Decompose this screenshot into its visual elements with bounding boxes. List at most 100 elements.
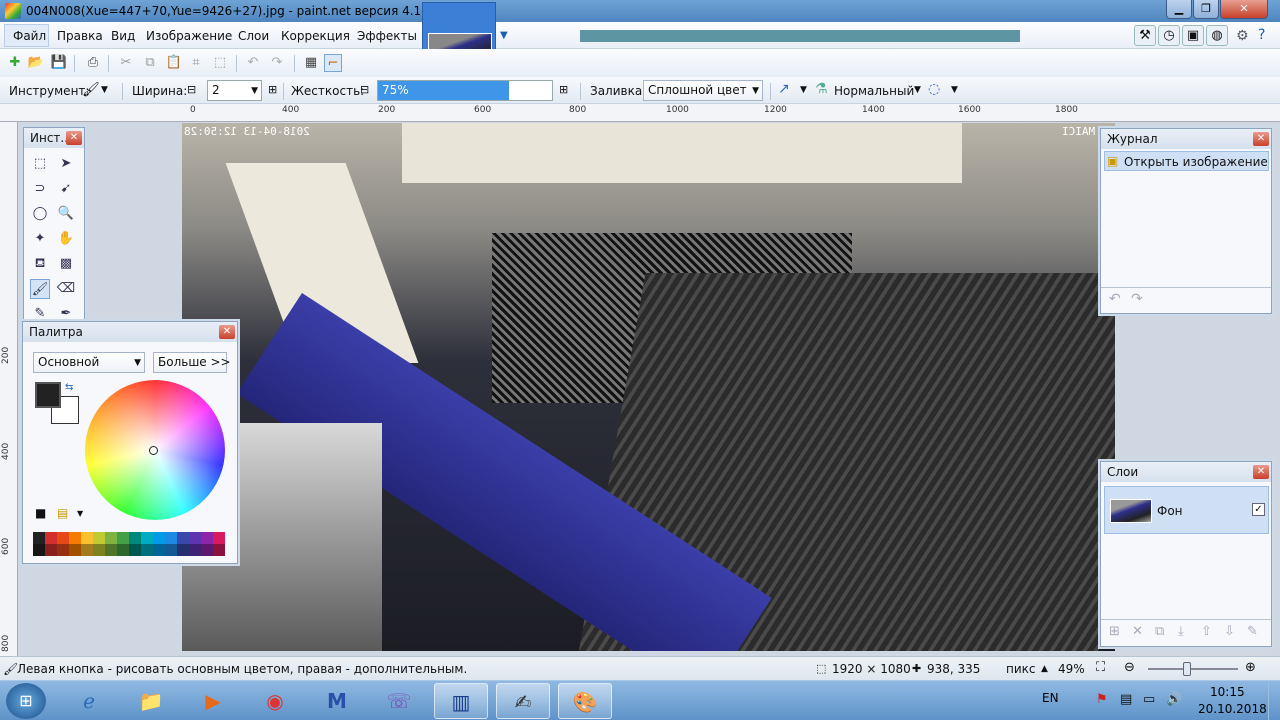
- show-desktop-button[interactable]: [1268, 681, 1280, 720]
- layer-row[interactable]: Фон ✓: [1104, 486, 1269, 534]
- palette-swatch[interactable]: [141, 544, 153, 556]
- lasso-select-icon[interactable]: ⊃: [30, 179, 50, 199]
- grid-icon[interactable]: ▦: [302, 54, 320, 72]
- palette-swatch[interactable]: [81, 544, 93, 556]
- zoom-in-icon[interactable]: ⊕: [1245, 660, 1256, 675]
- paint-bucket-icon[interactable]: ⛾: [30, 254, 50, 274]
- palette-swatch[interactable]: [93, 544, 105, 556]
- palette-swatch[interactable]: [213, 544, 225, 556]
- palette-swatch[interactable]: [69, 532, 81, 544]
- width-increase-icon[interactable]: ⊞: [268, 83, 277, 96]
- chevron-down-icon[interactable]: ▼: [77, 509, 83, 518]
- chevron-down-icon[interactable]: ▼: [800, 85, 807, 95]
- zoom-out-icon[interactable]: ⊖: [1124, 660, 1135, 675]
- gradient-icon[interactable]: ▩: [56, 254, 76, 274]
- palette-swatch[interactable]: [117, 544, 129, 556]
- add-to-palette-icon[interactable]: ■: [35, 506, 46, 520]
- chevron-down-icon[interactable]: ▼: [101, 85, 108, 95]
- palette-swatch[interactable]: [129, 544, 141, 556]
- settings-gear-icon[interactable]: ⚙: [1236, 28, 1249, 44]
- print-icon[interactable]: ⎙: [84, 54, 102, 72]
- palette-mode-select[interactable]: Основной ▼: [33, 352, 145, 373]
- viber-icon[interactable]: ☏: [372, 683, 426, 719]
- palette-swatch[interactable]: [45, 544, 57, 556]
- tools-toggle-icon[interactable]: ⚒: [1134, 25, 1156, 46]
- palette-swatch[interactable]: [57, 532, 69, 544]
- paintbrush-icon[interactable]: 🖌: [30, 279, 50, 299]
- antialiasing-icon[interactable]: ↗: [778, 81, 790, 97]
- zoom-value[interactable]: 49%: [1058, 662, 1085, 676]
- paste-icon[interactable]: 📋: [165, 54, 183, 72]
- palette-more-button[interactable]: Больше >>: [153, 352, 231, 373]
- swap-colors-icon[interactable]: ⇆: [65, 382, 73, 393]
- eraser-icon[interactable]: ⌫: [56, 279, 76, 299]
- internet-explorer-icon[interactable]: ℯ: [62, 683, 116, 719]
- blend-mode-value[interactable]: Нормальный: [834, 84, 914, 98]
- menu-view[interactable]: Вид: [111, 29, 135, 43]
- palette-swatch[interactable]: [105, 532, 117, 544]
- duplicate-layer-icon[interactable]: ⧉: [1155, 624, 1164, 639]
- palette-swatch[interactable]: [201, 532, 213, 544]
- magic-wand-icon[interactable]: ✦: [30, 229, 50, 249]
- hardness-slider[interactable]: 75%: [377, 80, 553, 101]
- new-image-icon[interactable]: ✚: [6, 54, 24, 72]
- m-app-icon[interactable]: M: [310, 683, 364, 719]
- palette-swatch[interactable]: [81, 532, 93, 544]
- fill-select[interactable]: Сплошной цвет ▼: [643, 80, 763, 101]
- palette-swatch[interactable]: [189, 532, 201, 544]
- crop-icon[interactable]: ⌗: [187, 54, 205, 72]
- width-decrease-icon[interactable]: ⊟: [187, 83, 196, 96]
- menu-adjustments[interactable]: Коррекция: [281, 29, 350, 43]
- width-input[interactable]: 2 ▼: [207, 80, 262, 101]
- palette-swatch[interactable]: [105, 544, 117, 556]
- palette-swatch[interactable]: [129, 532, 141, 544]
- palette-swatch[interactable]: [177, 544, 189, 556]
- open-file-icon[interactable]: 📂: [27, 54, 45, 72]
- ribbon-app-icon[interactable]: ▥: [434, 683, 488, 719]
- copy-icon[interactable]: ⧉: [141, 54, 159, 72]
- hardness-increase-icon[interactable]: ⊞: [559, 83, 568, 96]
- unit-select[interactable]: пикс: [1006, 662, 1036, 676]
- palette-swatch[interactable]: [33, 544, 45, 556]
- add-layer-icon[interactable]: ⊞: [1109, 624, 1120, 639]
- palette-swatch[interactable]: [57, 544, 69, 556]
- palette-swatch[interactable]: [153, 544, 165, 556]
- layer-visibility-checkbox[interactable]: ✓: [1252, 503, 1265, 516]
- history-redo-icon[interactable]: ↷: [1131, 291, 1143, 307]
- brush-tool-icon[interactable]: 🖌: [82, 82, 100, 98]
- menu-edit[interactable]: Правка: [57, 29, 103, 43]
- minimize-button[interactable]: ▁: [1166, 0, 1192, 19]
- palette-swatch[interactable]: [33, 532, 45, 544]
- menu-layers[interactable]: Слои: [238, 29, 269, 43]
- history-item[interactable]: ▣ Открыть изображение: [1104, 151, 1269, 171]
- palette-swatch[interactable]: [69, 544, 81, 556]
- color-wheel-cursor[interactable]: [149, 446, 158, 455]
- chevron-down-icon[interactable]: ▼: [134, 358, 141, 368]
- palette-swatch[interactable]: [165, 544, 177, 556]
- file-explorer-icon[interactable]: 📁: [124, 683, 178, 719]
- delete-layer-icon[interactable]: ✕: [1132, 624, 1143, 639]
- blend-mode-icon[interactable]: ⚗: [815, 81, 828, 97]
- zoom-icon[interactable]: 🔍: [56, 204, 76, 224]
- menu-image[interactable]: Изображение: [146, 29, 232, 43]
- move-layer-down-icon[interactable]: ⇩: [1224, 624, 1235, 639]
- help-icon[interactable]: ?: [1258, 27, 1265, 43]
- palette-swatch[interactable]: [189, 544, 201, 556]
- redo-icon[interactable]: ↷: [268, 54, 286, 72]
- drawing-app-icon[interactable]: ✍: [496, 683, 550, 719]
- palette-menu-icon[interactable]: ▤: [57, 506, 68, 520]
- zoom-slider-track[interactable]: [1148, 668, 1238, 670]
- palette-close-icon[interactable]: ✕: [219, 325, 235, 339]
- tabs-dropdown-icon[interactable]: ▼: [500, 30, 508, 41]
- language-indicator[interactable]: EN: [1042, 691, 1059, 705]
- ellipse-select-icon[interactable]: ◯: [30, 204, 50, 224]
- tray-time[interactable]: 10:15: [1210, 685, 1245, 699]
- move-layer-up-icon[interactable]: ⇧: [1201, 624, 1212, 639]
- chevron-down-icon[interactable]: ▼: [752, 86, 759, 96]
- zoom-fit-icon[interactable]: ⛶: [1096, 660, 1105, 675]
- save-icon[interactable]: 💾: [50, 54, 68, 72]
- colors-toggle-icon[interactable]: ◍: [1206, 25, 1228, 46]
- zoom-slider-thumb[interactable]: [1183, 662, 1191, 676]
- chevron-down-icon[interactable]: ▼: [251, 86, 258, 96]
- tray-volume-icon[interactable]: 🔊: [1166, 692, 1182, 707]
